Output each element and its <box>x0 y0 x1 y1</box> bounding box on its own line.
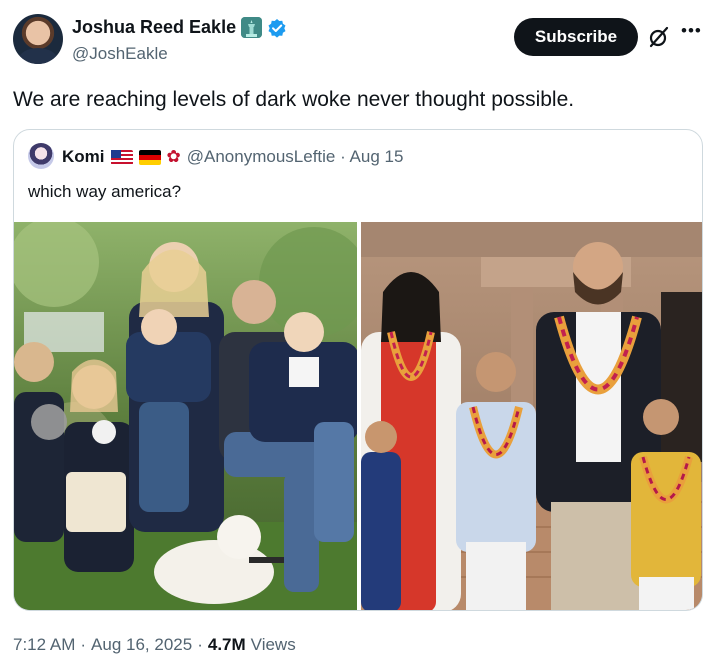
quoted-tweet[interactable]: Komi ✿ @AnonymousLeftie · Aug 15 which w… <box>13 129 703 611</box>
quoted-handle-date[interactable]: @AnonymousLeftie · Aug 15 <box>187 147 404 167</box>
quoted-author-avatar[interactable] <box>28 143 54 169</box>
tweet-text: We are reaching levels of dark woke neve… <box>13 88 575 111</box>
separator-dot: · <box>80 635 87 654</box>
quoted-display-name[interactable]: Komi <box>62 147 105 167</box>
subscribe-button[interactable]: Subscribe <box>514 18 638 56</box>
tweet-time[interactable]: 7:12 AM <box>13 635 75 655</box>
separator-dot: · <box>197 635 203 654</box>
us-flag-icon <box>110 149 133 165</box>
author-name-row: Joshua Reed Eakle <box>72 17 287 38</box>
statue-of-liberty-icon <box>241 17 263 38</box>
author-display-name[interactable]: Joshua Reed Eakle <box>72 17 236 38</box>
quoted-author-row: Komi ✿ @AnonymousLeftie · Aug 15 <box>62 147 403 167</box>
family-photo-left[interactable] <box>14 222 357 610</box>
quoted-tweet-text: which way america? <box>28 182 182 201</box>
more-icon[interactable]: ••• <box>681 22 702 39</box>
grok-icon[interactable] <box>647 25 671 49</box>
tweet-date[interactable]: Aug 16, 2025 <box>91 635 192 655</box>
verified-badge-icon[interactable] <box>267 18 287 38</box>
tweet-timestamp-row: 7:12 AM · Aug 16, 2025 · 4.7M Views <box>13 635 296 655</box>
views-count[interactable]: 4.7M <box>208 635 246 655</box>
author-avatar[interactable] <box>13 14 63 64</box>
author-handle[interactable]: @JoshEakle <box>72 44 168 64</box>
rose-icon: ✿ <box>166 147 181 166</box>
views-label: Views <box>250 635 296 654</box>
family-photo-right[interactable] <box>361 222 702 610</box>
germany-flag-icon <box>138 149 161 165</box>
quoted-media[interactable] <box>14 222 702 610</box>
